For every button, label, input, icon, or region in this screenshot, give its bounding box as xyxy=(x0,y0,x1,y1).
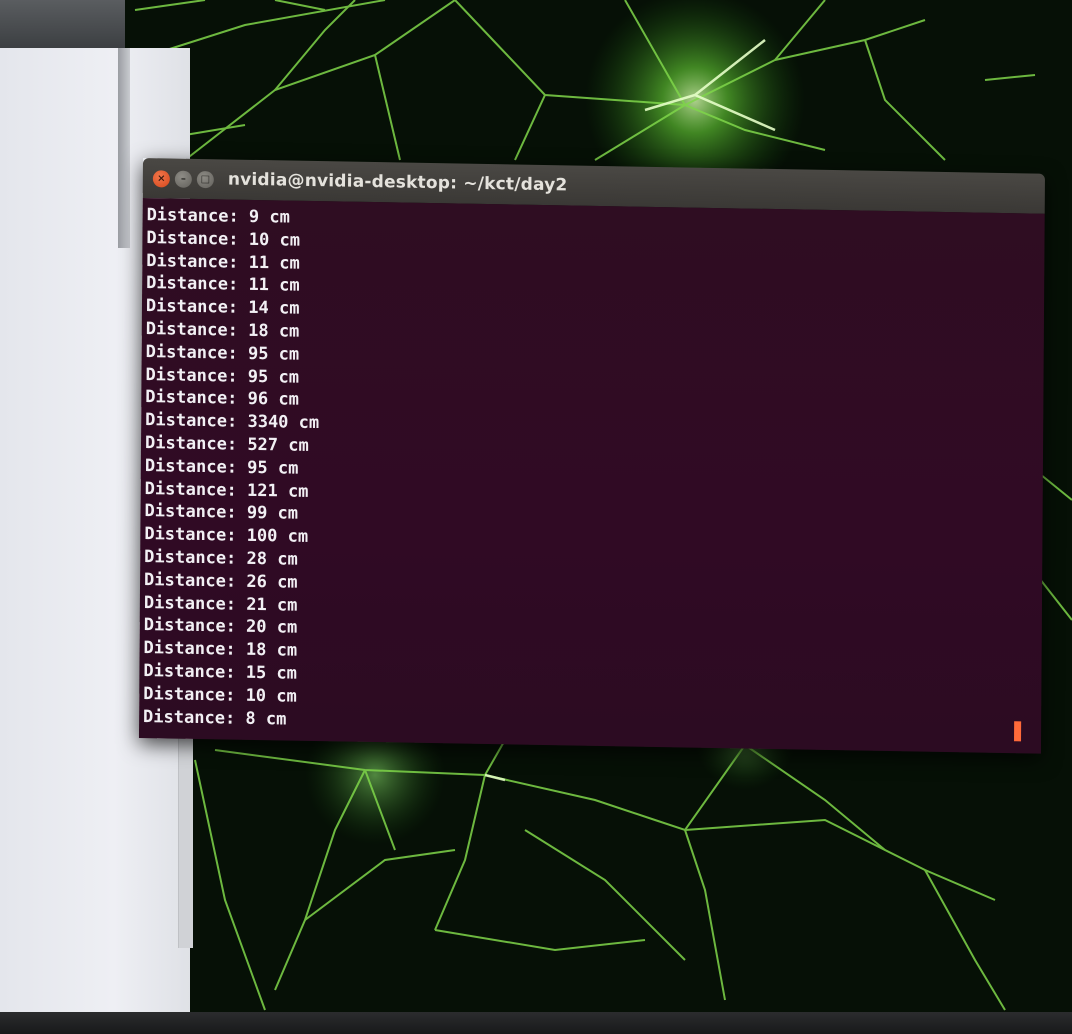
terminal-output: Distance: 9 cm Distance: 10 cm Distance:… xyxy=(143,204,1045,744)
window-title: nvidia@nvidia-desktop: ~/kct/day2 xyxy=(227,169,568,196)
terminal-output-area[interactable]: Distance: 9 cm Distance: 10 cm Distance:… xyxy=(138,197,1045,754)
desktop-screen: × – □ nvidia@nvidia-desktop: ~/kct/day2 … xyxy=(0,0,1072,1034)
maximize-icon[interactable]: □ xyxy=(196,170,214,188)
monitor-bezel xyxy=(0,1012,1072,1034)
terminal-window[interactable]: × – □ nvidia@nvidia-desktop: ~/kct/day2 … xyxy=(138,158,1045,754)
panel-edge xyxy=(118,48,130,248)
terminal-cursor xyxy=(1014,721,1022,742)
close-icon[interactable]: × xyxy=(152,169,170,187)
minimize-icon[interactable]: – xyxy=(174,170,192,188)
